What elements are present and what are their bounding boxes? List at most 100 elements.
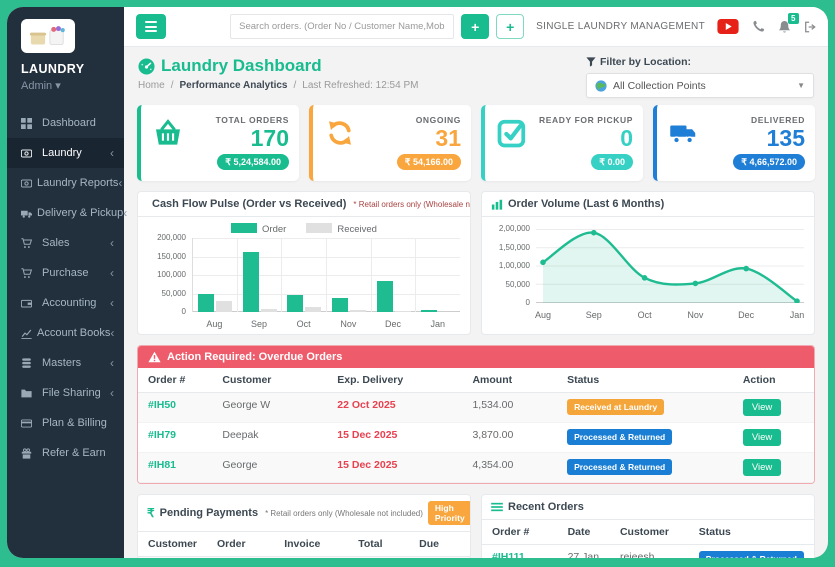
overdue-title: Action Required: Overdue Orders <box>167 351 343 363</box>
breadcrumb: Home / Performance Analytics / Last Refres… <box>138 80 419 91</box>
status-badge: Processed & Returned <box>567 459 673 475</box>
pending-payments-panel: ₹ Pending Payments * Retail orders only … <box>137 494 471 558</box>
column-header: Status <box>688 520 814 545</box>
date-cell: 27 Jan <box>557 544 610 558</box>
status-badge: Received at Laundry <box>567 399 665 415</box>
sidebar-item-laundry[interactable]: Laundry ‹ <box>7 138 124 168</box>
total-cell: 3,092.00 <box>348 556 410 558</box>
bar <box>242 251 259 312</box>
column-header: Date <box>557 520 610 545</box>
chevron-left-icon: ‹ <box>110 296 114 310</box>
breadcrumb-home[interactable]: Home <box>138 80 165 91</box>
recent-orders-panel: Recent Orders Order # Date Customer Status … <box>481 494 815 558</box>
cashflow-y-axis: 200,000 150,000 100,000 50,000 0 <box>157 233 186 316</box>
stat-label: READY FOR PICKUP <box>539 115 633 125</box>
view-button[interactable]: View <box>742 459 782 476</box>
status-badge: Processed & Returned <box>567 429 673 445</box>
legend-item: Order <box>231 223 286 235</box>
search-input[interactable] <box>230 14 455 39</box>
table-row: George#SL109 Aug 25#BC/309 Aug 253,092.0… <box>138 556 470 558</box>
stat-amount-badge: ₹ 0.00 <box>591 154 633 171</box>
customer-cell: Deepak <box>212 422 328 453</box>
warning-icon <box>148 351 161 363</box>
notifications-button[interactable]: 5 <box>778 12 799 34</box>
order-link[interactable]: #IH81 <box>148 459 176 471</box>
app-logo[interactable] <box>21 19 75 53</box>
bar-group <box>282 238 328 312</box>
breadcrumb-page: Performance Analytics <box>179 80 288 91</box>
logout-icon[interactable] <box>804 21 816 33</box>
bar <box>376 280 393 312</box>
bar <box>349 309 366 312</box>
page-header: Laundry Dashboard Home / Performance Anal… <box>137 47 815 105</box>
amount-cell: 3,870.00 <box>462 422 558 453</box>
truck-icon <box>21 208 32 219</box>
quick-add-button[interactable]: + <box>496 14 525 39</box>
order-link[interactable]: #IH111 <box>492 551 525 558</box>
column-header: Total <box>348 532 410 557</box>
sidebar-item-dashboard[interactable]: Dashboard <box>7 108 124 138</box>
washer-icon <box>21 178 32 189</box>
sidebar-item-accounting[interactable]: Accounting ‹ <box>7 288 124 318</box>
sidebar-item-refer-earn[interactable]: Refer & Earn <box>7 438 124 468</box>
basket-icon <box>147 113 189 173</box>
customer-cell: George W <box>212 392 328 423</box>
sidebar-item-masters[interactable]: Masters ‹ <box>7 348 124 378</box>
column-header: Amount <box>462 368 558 393</box>
sidebar-item-laundry-reports[interactable]: Laundry Reports ‹ <box>7 168 124 198</box>
sidebar-item-file-sharing[interactable]: File Sharing ‹ <box>7 378 124 408</box>
customer-cell: rejeesh <box>609 544 689 558</box>
chevron-left-icon: ‹ <box>118 176 123 190</box>
column-header: Status <box>557 368 733 393</box>
add-order-button[interactable]: + <box>461 14 490 39</box>
view-button[interactable]: View <box>742 399 782 416</box>
bar-group <box>193 238 238 312</box>
view-button[interactable]: View <box>742 429 782 446</box>
sidebar-item-account-books[interactable]: Account Books ‹ <box>7 318 124 348</box>
status-badge: Processed & Returned <box>698 551 804 558</box>
cashflow-note: * Retail orders only (Wholesale not incl… <box>353 199 470 209</box>
youtube-icon[interactable] <box>717 19 739 34</box>
cashflow-x-axis: Aug Sep Oct Nov Dec Jan <box>206 319 445 329</box>
table-row: #IH81 George 15 Dec 2025 4,354.00 Processed … <box>138 452 814 483</box>
bar <box>305 307 322 312</box>
truck-icon <box>663 113 705 173</box>
phone-icon[interactable] <box>752 20 765 33</box>
sidebar-item-label: Delivery & Pickup <box>37 207 124 219</box>
sidebar-item-plan-billing[interactable]: Plan & Billing <box>7 408 124 438</box>
sidebar-item-purchase[interactable]: Purchase ‹ <box>7 258 124 288</box>
check-icon <box>491 113 533 173</box>
stat-card-delivered: DELIVERED 135 ₹ 4,66,572.00 <box>653 105 815 181</box>
menu-toggle-button[interactable] <box>136 14 166 39</box>
database-icon <box>21 357 37 369</box>
location-filter-select[interactable]: All Collection Points ▼ <box>586 73 814 98</box>
order-link[interactable]: #IH79 <box>148 429 176 441</box>
sidebar-item-label: Refer & Earn <box>42 447 106 459</box>
washer-icon <box>21 148 37 159</box>
column-header: Exp. Delivery <box>327 368 463 393</box>
cashflow-plot <box>192 238 460 312</box>
chevron-left-icon: ‹ <box>110 236 114 250</box>
sidebar-item-delivery-pickup[interactable]: Delivery & Pickup ‹ <box>7 198 127 228</box>
chevron-left-icon: ‹ <box>110 266 114 280</box>
pending-note: * Retail orders only (Wholesale not incl… <box>265 508 423 518</box>
bar <box>394 311 411 312</box>
column-header: Invoice <box>274 532 349 557</box>
chevron-left-icon: ‹ <box>110 326 115 340</box>
chevron-left-icon: ‹ <box>110 356 114 370</box>
column-header: Order # <box>482 520 558 545</box>
high-priority-badge: High Priority <box>427 501 470 525</box>
sidebar-item-sales[interactable]: Sales ‹ <box>7 228 124 258</box>
order-link[interactable]: #IH50 <box>148 399 176 411</box>
admin-dropdown[interactable]: Admin ▾ <box>7 79 124 92</box>
sidebar-item-label: Accounting <box>42 297 97 309</box>
gift-icon <box>21 447 37 459</box>
column-header: Customer <box>212 368 328 393</box>
chevron-left-icon: ‹ <box>110 146 114 160</box>
amount-cell: 1,534.00 <box>462 392 558 423</box>
bar-group <box>327 238 372 312</box>
sidebar-item-label: File Sharing <box>42 387 101 399</box>
sidebar-item-label: Laundry <box>42 147 82 159</box>
laundry-logo-image <box>29 26 65 46</box>
order-volume-title: Order Volume (Last 6 Months) <box>508 198 665 210</box>
